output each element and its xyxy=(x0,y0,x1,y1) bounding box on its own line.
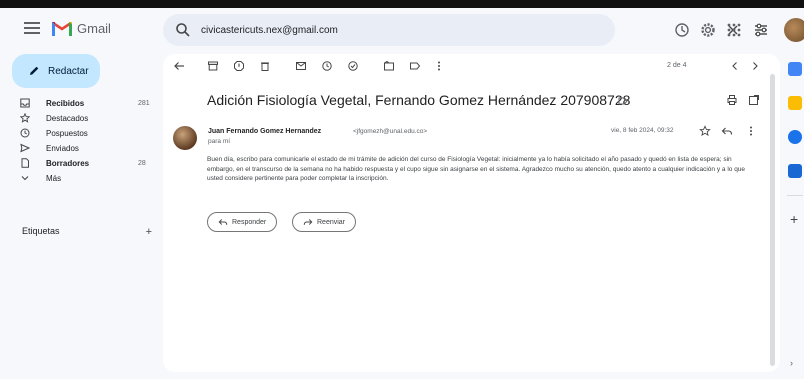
pencil-icon xyxy=(30,66,39,75)
sidebar-item-starred[interactable]: Destacados xyxy=(0,111,160,125)
reply-label: Responder xyxy=(232,218,267,226)
tasks-icon[interactable] xyxy=(788,130,802,144)
add-label-icon[interactable]: + xyxy=(146,226,152,238)
compose-label: Redactar xyxy=(48,65,89,77)
search-icon[interactable] xyxy=(175,22,191,38)
labels-title: Etiquetas xyxy=(22,226,60,236)
chevron-right-icon[interactable] xyxy=(749,60,761,72)
email-body: Buen día, escribo para comunicarle el es… xyxy=(207,156,746,182)
forward-icon xyxy=(303,219,313,225)
open-new-window-icon[interactable] xyxy=(748,94,760,106)
rail-divider xyxy=(787,195,803,196)
chevron-down-icon xyxy=(21,176,29,181)
sidebar-item-label: Enviados xyxy=(46,143,79,153)
main-menu-button[interactable] xyxy=(24,22,40,36)
back-arrow-icon[interactable] xyxy=(173,60,185,72)
sidebar-item-label: Pospuestos xyxy=(46,128,88,138)
trash-icon[interactable] xyxy=(259,60,271,72)
pagination-text: 2 de 4 xyxy=(667,62,687,69)
move-to-icon[interactable] xyxy=(383,60,395,72)
sidebar-item-snoozed[interactable]: Pospuestos xyxy=(0,126,160,140)
message-toolbar: 2 de 4 xyxy=(163,54,780,78)
recipient-line[interactable]: para mí xyxy=(208,138,230,145)
unread-count: 281 xyxy=(138,99,150,107)
sidebar-item-more[interactable]: Más xyxy=(0,171,160,185)
search-input[interactable] xyxy=(201,21,501,39)
email-subject: Adición Fisiología Vegetal, Fernando Gom… xyxy=(207,92,631,108)
apps-grid-icon[interactable] xyxy=(724,20,744,40)
reply-icon[interactable] xyxy=(721,125,733,137)
account-avatar[interactable] xyxy=(784,18,804,42)
sidebar-item-label: Destacados xyxy=(46,113,89,123)
inbox-icon xyxy=(20,98,30,108)
chevron-right-icon[interactable]: › xyxy=(790,358,793,368)
report-spam-icon[interactable] xyxy=(233,60,245,72)
email-view: 2 de 4 Adición Fisiología Vegetal, Ferna… xyxy=(163,54,780,372)
important-marker-icon[interactable] xyxy=(618,96,628,106)
sidebar-item-sent[interactable]: Enviados xyxy=(0,141,160,155)
sender-avatar[interactable] xyxy=(173,126,197,150)
forward-label: Reenviar xyxy=(317,218,346,226)
top-header: Gmail xyxy=(0,8,804,54)
reply-icon xyxy=(218,219,228,225)
reply-button[interactable]: Responder xyxy=(207,212,278,232)
send-icon xyxy=(20,143,30,153)
star-icon[interactable] xyxy=(699,125,711,137)
print-icon[interactable] xyxy=(726,94,738,106)
search-options-icon[interactable] xyxy=(751,14,771,46)
more-vertical-icon[interactable] xyxy=(433,60,445,72)
snooze-icon[interactable] xyxy=(321,60,333,72)
contacts-icon[interactable] xyxy=(788,164,802,178)
draft-count: 28 xyxy=(138,159,146,167)
draft-icon xyxy=(21,158,29,168)
add-task-icon[interactable] xyxy=(347,60,359,72)
mark-unread-icon[interactable] xyxy=(295,60,307,72)
chevron-left-icon[interactable] xyxy=(729,60,741,72)
gear-icon[interactable] xyxy=(698,20,718,40)
sender-email: <jfgomezh@unal.edu.co> xyxy=(353,128,428,135)
sidebar-item-label: Más xyxy=(46,173,62,183)
search-bar[interactable] xyxy=(163,14,767,46)
sidebar-nav: Recibidos 281 Destacados Pospuestos Envi… xyxy=(0,96,160,186)
scrollbar[interactable] xyxy=(770,74,775,366)
gmail-m-icon xyxy=(52,21,72,36)
message-date: vie, 8 feb 2024, 09:32 xyxy=(611,127,674,134)
keep-icon[interactable] xyxy=(788,96,802,110)
clock-icon xyxy=(20,128,30,138)
forward-button[interactable]: Reenviar xyxy=(292,212,357,232)
sidebar-item-label: Borradores xyxy=(46,158,90,168)
label-icon[interactable] xyxy=(409,60,421,72)
gmail-logo[interactable]: Gmail xyxy=(52,20,111,36)
sender-name: Juan Fernando Gomez Hernandez xyxy=(208,128,322,135)
star-icon xyxy=(20,113,30,123)
add-addon-icon[interactable]: + xyxy=(790,211,798,227)
calendar-icon[interactable] xyxy=(788,62,802,76)
labels-section-header: Etiquetas + xyxy=(22,226,152,238)
archive-icon[interactable] xyxy=(207,60,219,72)
more-vertical-icon[interactable] xyxy=(745,125,757,137)
sidebar-item-drafts[interactable]: Borradores 28 xyxy=(0,156,160,170)
sidebar-item-label: Recibidos xyxy=(46,98,85,108)
sidebar-item-inbox[interactable]: Recibidos 281 xyxy=(0,96,160,110)
compose-button[interactable]: Redactar xyxy=(12,54,100,88)
app-name: Gmail xyxy=(77,20,111,36)
window-top-bar xyxy=(0,0,804,8)
status-icon[interactable] xyxy=(672,20,692,40)
